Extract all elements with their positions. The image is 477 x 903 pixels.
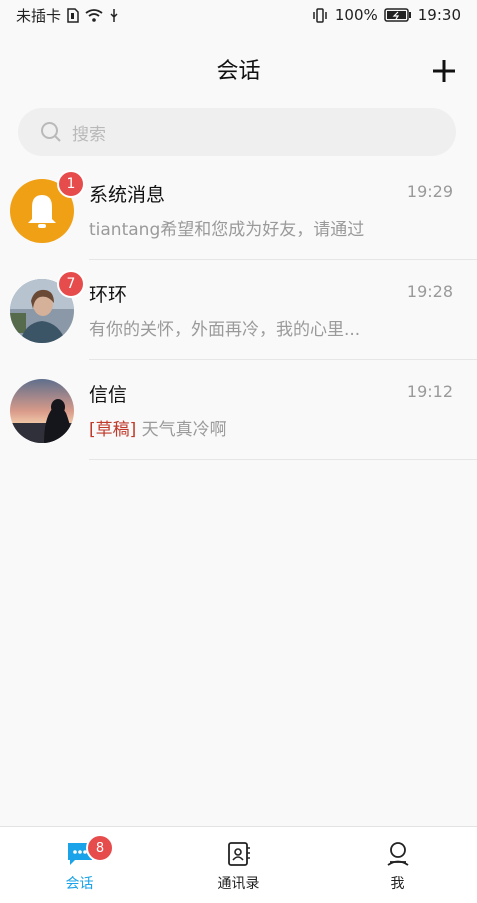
conversation-item[interactable]: 信信 19:12 [草稿] 天气真冷啊 xyxy=(0,360,477,460)
conversation-item[interactable]: 7 环环 19:28 有你的关怀，外面再冷，我的心里... xyxy=(0,260,477,360)
battery-percent: 100% xyxy=(334,6,378,24)
conversation-name: 信信 xyxy=(89,384,128,406)
conversation-preview: tiantang希望和您成为好友，请通过 xyxy=(89,215,389,240)
page-title: 会话 xyxy=(216,59,261,84)
usb-icon xyxy=(109,8,119,23)
tab-conversations[interactable]: 会话 8 xyxy=(0,827,159,903)
search-input[interactable]: 搜索 xyxy=(18,108,456,156)
conversation-name: 环环 xyxy=(89,284,128,306)
tab-me[interactable]: 我 xyxy=(318,827,477,903)
conversation-preview: 有你的关怀，外面再冷，我的心里... xyxy=(89,315,389,340)
conversation-preview: [草稿] 天气真冷啊 xyxy=(89,415,389,440)
conversation-name: 系统消息 xyxy=(89,184,166,206)
app-header: 会话 xyxy=(0,30,477,108)
wifi-icon xyxy=(85,8,103,22)
add-button[interactable] xyxy=(425,52,463,90)
bottom-tab-bar: 会话 8 通讯录 我 xyxy=(0,826,477,903)
search-placeholder: 搜索 xyxy=(72,124,106,145)
draft-tag: [草稿] xyxy=(89,420,137,440)
person-icon xyxy=(386,842,409,866)
tab-label: 会话 xyxy=(65,876,94,892)
conversation-time: 19:12 xyxy=(406,382,453,401)
status-left: 未插卡 xyxy=(16,5,119,26)
preview-text: 有你的关怀，外面再冷，我的心里... xyxy=(89,320,361,340)
tab-badge: 8 xyxy=(86,834,114,862)
sim-icon xyxy=(67,7,79,23)
conversation-time: 19:29 xyxy=(406,182,453,201)
carrier-text: 未插卡 xyxy=(16,6,62,25)
preview-text: tiantang希望和您成为好友，请通过 xyxy=(89,220,365,240)
contacts-book-icon xyxy=(227,842,250,866)
battery-icon xyxy=(384,8,412,22)
clock: 19:30 xyxy=(417,6,461,24)
conversation-list: 1 系统消息 19:29 tiantang希望和您成为好友，请通过 7 环环 1… xyxy=(0,160,477,460)
search-icon xyxy=(41,122,61,142)
status-right: 100% 19:30 xyxy=(311,6,461,24)
conversation-item[interactable]: 1 系统消息 19:29 tiantang希望和您成为好友，请通过 xyxy=(0,160,477,260)
tab-label: 我 xyxy=(390,876,405,892)
unread-badge: 1 xyxy=(57,170,85,198)
unread-badge: 7 xyxy=(57,270,85,298)
vibrate-icon xyxy=(311,7,329,23)
tab-contacts[interactable]: 通讯录 xyxy=(159,827,318,903)
divider xyxy=(89,459,477,460)
photo-avatar xyxy=(10,379,74,443)
status-bar: 未插卡 100% 19:30 xyxy=(0,0,477,30)
preview-text: 天气真冷啊 xyxy=(141,420,227,440)
conversation-time: 19:28 xyxy=(406,282,453,301)
tab-label: 通讯录 xyxy=(217,876,260,892)
plus-icon xyxy=(433,60,455,82)
